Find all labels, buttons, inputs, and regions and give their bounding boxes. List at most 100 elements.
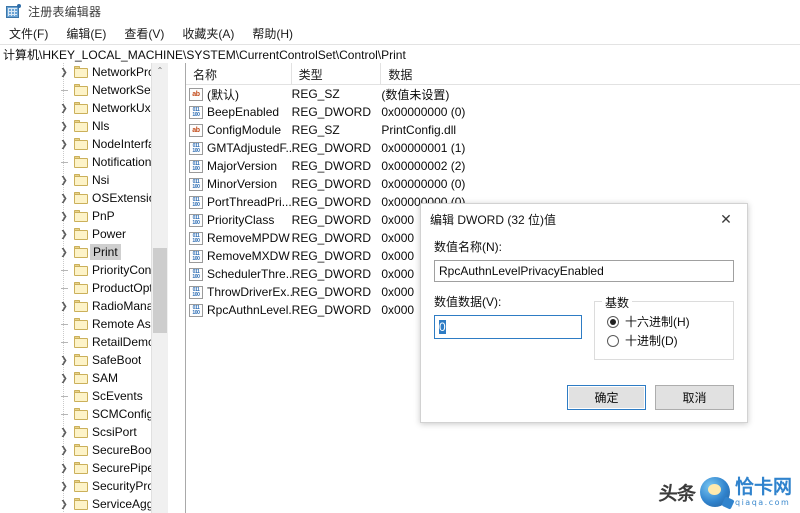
folder-icon xyxy=(74,246,88,258)
dword-value-icon: 011 100 xyxy=(189,249,203,263)
value-name-text: MajorVersion xyxy=(207,159,278,173)
tree-item-networkuxm[interactable]: ❯ NetworkUxM xyxy=(0,99,168,117)
table-row[interactable]: 011 100 BeepEnabled REG_DWORD 0x00000000 (0) xyxy=(186,103,800,121)
cell-value-data: 0x00000001 (1) xyxy=(381,141,466,155)
tree-item-secureboot[interactable]: ❯ SecureBoot xyxy=(0,441,168,459)
tree-item-networkprov[interactable]: ❯ NetworkProv xyxy=(0,63,168,81)
column-data[interactable]: 数据 xyxy=(381,63,800,84)
dword-value-icon: 011 100 xyxy=(189,141,203,155)
tree-item-print[interactable]: ❯ Print xyxy=(0,243,168,261)
table-row[interactable]: ab (默认) REG_SZ (数值未设置) xyxy=(186,85,800,103)
radio-hexadecimal[interactable]: 十六进制(H) xyxy=(607,312,733,331)
tree-item-notifications[interactable]: Notifications xyxy=(0,153,168,171)
folder-icon xyxy=(74,282,88,294)
tree-item-securityprovi[interactable]: ❯ SecurityProvi xyxy=(0,477,168,495)
tree-item-scevents[interactable]: ScEvents xyxy=(0,387,168,405)
dialog-titlebar: 编辑 DWORD (32 位)值 ✕ xyxy=(421,204,747,234)
chevron-right-icon[interactable]: ❯ xyxy=(58,171,70,189)
tree-scrollbar-thumb[interactable] xyxy=(153,248,167,333)
tree-item-scsiport[interactable]: ❯ ScsiPort xyxy=(0,423,168,441)
cell-value-name: 011 100 RemoveMPDW xyxy=(186,231,292,245)
menu-edit[interactable]: 编辑(E) xyxy=(63,23,115,44)
cell-value-name: 011 100 PriorityClass xyxy=(186,213,292,227)
tree-item-nls[interactable]: ❯ Nls xyxy=(0,117,168,135)
chevron-right-icon[interactable]: ❯ xyxy=(58,117,70,135)
chevron-right-icon[interactable]: ❯ xyxy=(58,477,70,495)
tree-item-remote-assis[interactable]: Remote Assis xyxy=(0,315,168,333)
string-value-icon: ab xyxy=(189,123,203,137)
table-row[interactable]: 011 100 MinorVersion REG_DWORD 0x00000000 (0… xyxy=(186,175,800,193)
value-data-label: 数值数据(V): xyxy=(434,295,502,309)
scroll-up-icon[interactable]: ⌃ xyxy=(152,63,168,77)
cell-value-name: 011 100 PortThreadPri... xyxy=(186,195,292,209)
chevron-right-icon[interactable]: ❯ xyxy=(58,243,70,261)
tree-item-radiomanag[interactable]: ❯ RadioManag xyxy=(0,297,168,315)
tree-item-prioritycontro[interactable]: PriorityContro xyxy=(0,261,168,279)
tree-item-serviceaggre[interactable]: ❯ ServiceAggre xyxy=(0,495,168,513)
table-row[interactable]: 011 100 MajorVersion REG_DWORD 0x00000002 (2… xyxy=(186,157,800,175)
tree-item-power[interactable]: ❯ Power xyxy=(0,225,168,243)
tree-item-retaildemo[interactable]: RetailDemo xyxy=(0,333,168,351)
chevron-right-icon[interactable]: ❯ xyxy=(58,99,70,117)
chevron-right-icon[interactable]: ❯ xyxy=(58,207,70,225)
chevron-right-icon[interactable]: ❯ xyxy=(58,369,70,387)
tree-item-nodeinterfac[interactable]: ❯ NodeInterfac xyxy=(0,135,168,153)
folder-icon xyxy=(74,264,88,276)
cell-value-type: REG_DWORD xyxy=(291,141,371,155)
tree-item-osextensioni[interactable]: ❯ OSExtensionI xyxy=(0,189,168,207)
menu-view[interactable]: 查看(V) xyxy=(121,23,173,44)
tree-item-sam[interactable]: ❯ SAM xyxy=(0,369,168,387)
folder-icon xyxy=(74,66,88,78)
chevron-right-icon[interactable]: ❯ xyxy=(58,423,70,441)
tree-leaf-dash-icon xyxy=(58,81,70,99)
dialog-body: 数值名称(N): 数值数据(V): 基数 十六进制(H) 十进制(D) xyxy=(421,234,747,372)
chevron-right-icon[interactable]: ❯ xyxy=(58,459,70,477)
radio-decimal-label: 十进制(D) xyxy=(625,334,678,348)
radio-decimal[interactable]: 十进制(D) xyxy=(607,331,733,350)
folder-icon xyxy=(74,228,88,240)
column-name[interactable]: 名称 xyxy=(186,63,292,84)
chevron-right-icon[interactable]: ❯ xyxy=(58,63,70,81)
tree-item-label: PnP xyxy=(92,209,115,223)
tree-item-pnp[interactable]: ❯ PnP xyxy=(0,207,168,225)
chevron-right-icon[interactable]: ❯ xyxy=(58,351,70,369)
menu-favorites[interactable]: 收藏夹(A) xyxy=(179,23,243,44)
chevron-right-icon[interactable]: ❯ xyxy=(58,297,70,315)
menu-help[interactable]: 帮助(H) xyxy=(249,23,302,44)
column-type[interactable]: 类型 xyxy=(292,63,382,84)
registry-tree[interactable]: ❯ NetworkProv NetworkSetu ❯ NetworkUxM ❯ Nls ❯ N… xyxy=(0,63,168,513)
tree-item-scmconfig[interactable]: SCMConfig xyxy=(0,405,168,423)
chevron-right-icon[interactable]: ❯ xyxy=(58,225,70,243)
tree-item-safeboot[interactable]: ❯ SafeBoot xyxy=(0,351,168,369)
dword-value-icon: 011 100 xyxy=(189,267,203,281)
folder-icon xyxy=(74,120,88,132)
chevron-right-icon[interactable]: ❯ xyxy=(58,495,70,513)
chevron-right-icon[interactable]: ❯ xyxy=(58,441,70,459)
value-data-input[interactable] xyxy=(434,315,582,339)
value-name-text: (默认) xyxy=(207,87,239,102)
tree-item-productoptic[interactable]: ProductOptic xyxy=(0,279,168,297)
value-name-input[interactable] xyxy=(434,260,734,282)
cell-value-name: 011 100 RemoveMXDW xyxy=(186,249,292,263)
tree-item-networksetu[interactable]: NetworkSetu xyxy=(0,81,168,99)
radio-hexadecimal-mark xyxy=(607,315,619,328)
ok-button[interactable]: 确定 xyxy=(567,385,646,410)
close-icon[interactable]: ✕ xyxy=(705,205,747,234)
menu-file[interactable]: 文件(F) xyxy=(6,23,57,44)
tree-item-label: SAM xyxy=(92,371,119,385)
tree-item-securepipese[interactable]: ❯ SecurePipeSe xyxy=(0,459,168,477)
tree-item-nsi[interactable]: ❯ Nsi xyxy=(0,171,168,189)
table-row[interactable]: ab ConfigModule REG_SZ PrintConfig.dll xyxy=(186,121,800,139)
chevron-right-icon[interactable]: ❯ xyxy=(58,189,70,207)
dword-value-icon: 011 100 xyxy=(189,177,203,191)
tree-item-label: RetailDemo xyxy=(92,335,155,349)
cancel-button[interactable]: 取消 xyxy=(655,385,734,410)
address-bar[interactable]: 计算机\HKEY_LOCAL_MACHINE\SYSTEM\CurrentCon… xyxy=(0,45,800,65)
folder-icon xyxy=(74,318,88,330)
cell-value-data: PrintConfig.dll xyxy=(381,123,457,137)
base-radio-group: 基数 十六进制(H) 十进制(D) xyxy=(594,294,734,360)
tree-leaf-dash-icon xyxy=(58,261,70,279)
tree-scrollbar[interactable]: ⌃ xyxy=(151,63,168,513)
chevron-right-icon[interactable]: ❯ xyxy=(58,135,70,153)
table-row[interactable]: 011 100 GMTAdjustedF... REG_DWORD 0x00000001… xyxy=(186,139,800,157)
